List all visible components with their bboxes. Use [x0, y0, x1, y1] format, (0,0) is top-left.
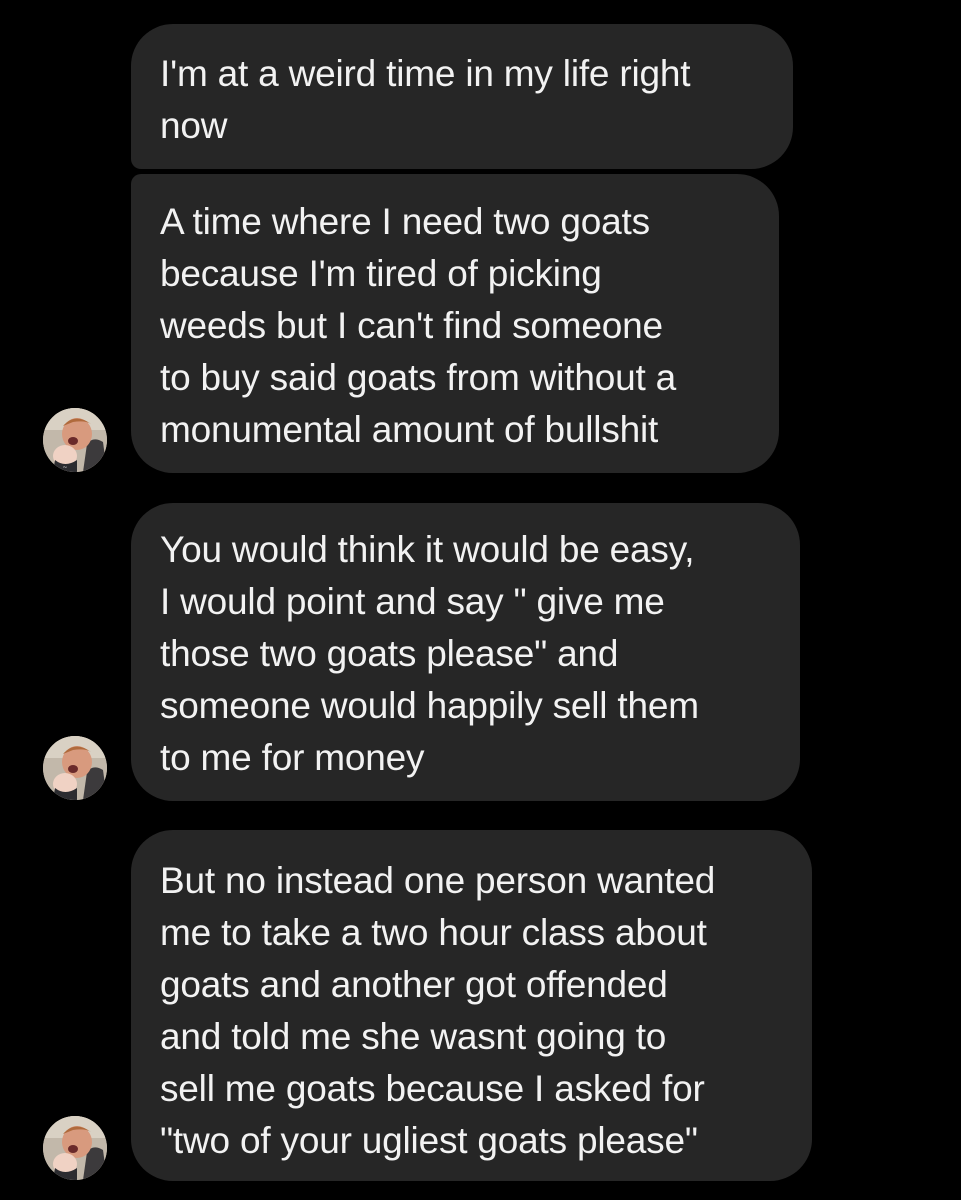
message-text-line: someone would happily sell them [160, 685, 699, 726]
message-bubble[interactable]: I'm at a weird time in my life right now [131, 24, 793, 169]
sender-avatar[interactable]: ~ [43, 408, 107, 472]
message-thread: I'm at a weird time in my life right now… [0, 0, 961, 1200]
message-text-line: now [160, 105, 228, 146]
message-text-line: A time where I need two goats [160, 201, 650, 242]
message-text-line: to buy said goats from without a [160, 357, 676, 398]
message-bubble[interactable]: But no instead one person wanted me to t… [131, 830, 812, 1181]
message-text-line: because I'm tired of picking [160, 253, 602, 294]
message-bubble[interactable]: You would think it would be easy, I woul… [131, 503, 800, 801]
message-text-line: me to take a two hour class about [160, 912, 707, 953]
message-text-line: and told me she wasnt going to [160, 1016, 667, 1057]
message-text-line: sell me goats because I asked for [160, 1068, 705, 1109]
avatar-photo-icon: ~ [43, 408, 107, 472]
avatar-photo-icon [43, 1116, 107, 1180]
message-text-line: I'm at a weird time in my life right [160, 53, 691, 94]
svg-text:~: ~ [62, 464, 67, 471]
message-text-line: I would point and say " give me [160, 581, 665, 622]
message-bubble[interactable]: A time where I need two goats because I'… [131, 174, 779, 473]
message-text-line: weeds but I can't find someone [160, 305, 663, 346]
sender-avatar[interactable] [43, 736, 107, 800]
message-text-line: to me for money [160, 737, 425, 778]
message-text-line: goats and another got offended [160, 964, 668, 1005]
avatar-photo-icon [43, 736, 107, 800]
sender-avatar[interactable] [43, 1116, 107, 1180]
message-text-line: "two of your ugliest goats please" [160, 1120, 698, 1161]
message-text-line: monumental amount of bullshit [160, 409, 659, 450]
message-text-line: those two goats please" and [160, 633, 619, 674]
message-text-line: But no instead one person wanted [160, 860, 716, 901]
message-text-line: You would think it would be easy, [160, 529, 695, 570]
